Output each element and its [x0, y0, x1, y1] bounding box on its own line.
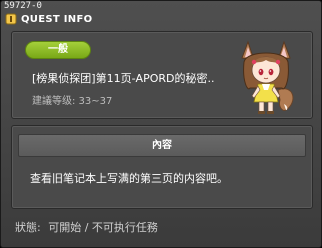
content-header: 內容 — [18, 134, 306, 157]
quest-summary-panel: 一般 [榜果侦探团]第11页-APORD的秘密.. 建議等级: 33~37 — [11, 31, 313, 119]
quest-category-badge: 一般 — [25, 41, 91, 59]
quest-info-icon — [5, 13, 17, 25]
quest-id: 59727-0 — [4, 1, 42, 11]
fox-girl-npc-portrait — [234, 32, 298, 116]
content-text: 查看旧笔记本上写满的第三页的内容吧。 — [30, 172, 228, 185]
window-title: QUEST INFO — [21, 13, 93, 25]
quest-info-window: 59727-0 QUEST INFO 一般 [榜果侦探团]第11页-APORD的… — [0, 0, 322, 248]
quest-recommended-level: 建議等级: 33~37 — [32, 96, 113, 107]
status-label: 狀態: — [15, 221, 41, 234]
quest-name: [榜果侦探团]第11页-APORD的秘密.. — [32, 72, 215, 85]
quest-content-panel: 內容 查看旧笔记本上写满的第三页的内容吧。 — [11, 125, 313, 209]
title-bar[interactable]: QUEST INFO — [1, 11, 92, 27]
status-value: 可開始 / 不可执行任務 — [48, 221, 158, 234]
quest-status: 狀態: 可開始 / 不可执行任務 — [15, 219, 162, 235]
